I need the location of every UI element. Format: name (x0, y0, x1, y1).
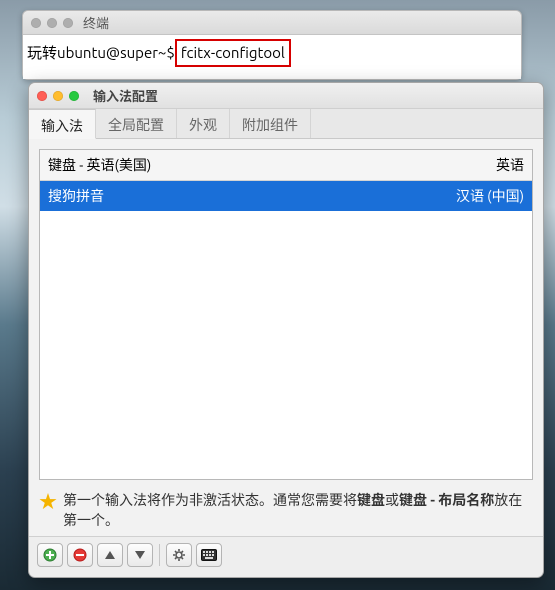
keyboard-button[interactable] (196, 543, 222, 567)
list-header: 键盘 - 英语(美国) 英语 (40, 150, 532, 181)
tab-bar: 输入法 全局配置 外观 附加组件 (29, 109, 543, 139)
tab-input-method[interactable]: 输入法 (29, 109, 96, 139)
add-button[interactable] (37, 543, 63, 567)
config-window: 输入法配置 输入法 全局配置 外观 附加组件 键盘 - 英语(美国) 英语 搜狗… (28, 82, 544, 578)
header-left: 键盘 - 英语(美国) (48, 155, 151, 175)
input-method-list[interactable]: 键盘 - 英语(美国) 英语 搜狗拼音 汉语 (中国) (39, 149, 533, 480)
move-up-button[interactable] (97, 543, 123, 567)
hint-text: ★ 第一个输入法将作为非激活状态。通常您需要将键盘或键盘 - 布局名称放在第一个… (29, 490, 543, 536)
star-icon: ★ (39, 492, 57, 512)
configure-button[interactable] (166, 543, 192, 567)
terminal-max[interactable] (63, 18, 73, 28)
tab-appearance[interactable]: 外观 (177, 109, 230, 138)
terminal-window: 终端 玩转ubuntu@super~$fcitx-configtool (22, 10, 522, 80)
tab-addons[interactable]: 附加组件 (230, 109, 311, 138)
list-item[interactable]: 搜狗拼音 汉语 (中国) (40, 181, 532, 211)
config-titlebar: 输入法配置 (29, 83, 543, 109)
minimize-button[interactable] (53, 91, 63, 101)
terminal-min[interactable] (47, 18, 57, 28)
terminal-title: 终端 (83, 13, 109, 32)
item-lang: 汉语 (中国) (456, 186, 524, 206)
terminal-close[interactable] (31, 18, 41, 28)
terminal-prompt: 玩转ubuntu@super~$ (27, 44, 175, 61)
remove-button[interactable] (67, 543, 93, 567)
move-down-button[interactable] (127, 543, 153, 567)
window-title: 输入法配置 (93, 86, 158, 105)
item-name: 搜狗拼音 (48, 186, 104, 206)
terminal-content[interactable]: 玩转ubuntu@super~$fcitx-configtool (23, 35, 521, 79)
bottom-toolbar (29, 536, 543, 577)
close-button[interactable] (37, 91, 47, 101)
terminal-command: fcitx-configtool (175, 39, 291, 67)
tab-global-config[interactable]: 全局配置 (96, 109, 177, 138)
hint-content: 第一个输入法将作为非激活状态。通常您需要将键盘或键盘 - 布局名称放在第一个。 (63, 490, 533, 530)
toolbar-separator (159, 544, 160, 566)
terminal-titlebar: 终端 (23, 11, 521, 35)
header-right: 英语 (496, 155, 524, 175)
maximize-button[interactable] (69, 91, 79, 101)
